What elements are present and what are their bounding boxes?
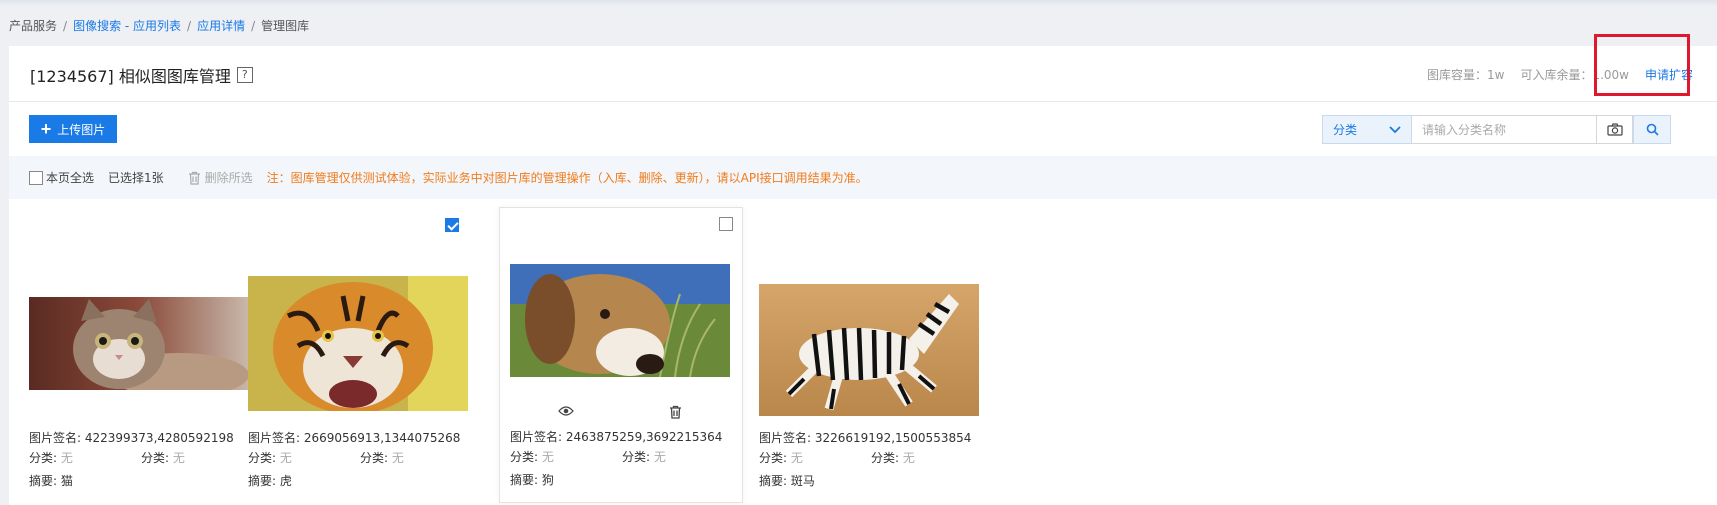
abstract-label: 摘要: xyxy=(759,474,788,488)
category-value: 无 xyxy=(790,451,803,465)
card-info: 图片签名: 2463875259,3692215364 分类: 无 分类: 无 … xyxy=(510,428,740,491)
search-input[interactable] xyxy=(1412,115,1597,144)
breadcrumb-separator: / xyxy=(63,18,68,33)
delete-selected-button[interactable]: 删除所选 xyxy=(188,169,253,186)
category-value: 无 xyxy=(902,451,915,465)
breadcrumb-item-app-detail[interactable]: 应用详情 xyxy=(197,17,245,34)
panel-header: [1234567] 相似图图库管理 ? 图库容量：1w 可入库余量：1.00w … xyxy=(9,46,1717,102)
category-label: 分类: xyxy=(759,451,788,465)
help-icon[interactable]: ? xyxy=(236,67,253,83)
tiger-image xyxy=(248,276,468,411)
category-label: 分类: xyxy=(360,451,389,465)
search-icon xyxy=(1646,123,1659,136)
image-signature: 图片签名: 422399373,4280592198 xyxy=(29,431,234,445)
breadcrumb-separator: / xyxy=(187,18,192,33)
top-shadow xyxy=(0,0,1717,6)
upload-label: 上传图片 xyxy=(57,122,106,137)
breadcrumb-item-product[interactable]: 产品服务 xyxy=(9,17,57,34)
zebra-image xyxy=(759,284,979,416)
image-card[interactable]: 图片签名: 422399373,4280592198 分类: 无 分类: 无 摘… xyxy=(9,209,249,505)
category-value: 无 xyxy=(541,450,554,464)
breadcrumb-item-current: 管理图库 xyxy=(261,19,310,33)
dog-image xyxy=(510,264,730,377)
image-signature: 图片签名: 2669056913,1344075268 xyxy=(248,431,461,445)
image-card[interactable]: 图片签名: 3226619192,1500553854 分类: 无 分类: 无 … xyxy=(739,209,979,505)
category-label: 分类: xyxy=(871,451,900,465)
breadcrumb-separator: / xyxy=(251,18,256,33)
image-card[interactable]: 图片签名: 2669056913,1344075268 分类: 无 分类: 无 … xyxy=(228,209,468,505)
abstract-label: 摘要: xyxy=(29,474,58,488)
card-info: 图片签名: 3226619192,1500553854 分类: 无 分类: 无 … xyxy=(759,429,989,492)
image-thumbnail[interactable] xyxy=(248,276,468,411)
category-value: 无 xyxy=(172,451,185,465)
upload-image-button[interactable]: + 上传图片 xyxy=(29,115,117,143)
abstract-value: 虎 xyxy=(279,474,292,488)
chevron-down-icon xyxy=(1389,125,1401,133)
select-all-checkbox[interactable]: 本页全选 xyxy=(29,169,94,186)
trash-icon[interactable] xyxy=(669,405,682,419)
camera-icon xyxy=(1606,123,1623,136)
abstract-label: 摘要: xyxy=(248,474,277,488)
abstract-label: 摘要: xyxy=(510,473,539,487)
toolbar: + 上传图片 分类 xyxy=(9,103,1717,156)
cat-image xyxy=(29,297,249,390)
search-group: 分类 xyxy=(1322,115,1671,144)
category-label: 分类: xyxy=(622,450,651,464)
image-signature: 图片签名: 2463875259,3692215364 xyxy=(510,430,723,444)
gallery-panel: [1234567] 相似图图库管理 ? 图库容量：1w 可入库余量：1.00w … xyxy=(9,46,1717,505)
category-label: 分类: xyxy=(510,450,539,464)
search-button[interactable] xyxy=(1633,115,1671,144)
breadcrumb: 产品服务 / 图像搜索 - 应用列表 / 应用详情 / 管理图库 xyxy=(9,17,309,34)
breadcrumb-item-app-list[interactable]: 图像搜索 - 应用列表 xyxy=(73,17,181,34)
category-select-value: 分类 xyxy=(1333,123,1358,137)
select-all-label: 本页全选 xyxy=(46,171,95,185)
notice-text: 注：图库管理仅供测试体验，实际业务中对图片库的管理操作（入库、删除、更新），请以… xyxy=(266,171,868,185)
checkbox[interactable] xyxy=(29,170,43,185)
category-value: 无 xyxy=(60,451,73,465)
category-label: 分类: xyxy=(141,451,170,465)
category-label: 分类: xyxy=(29,451,58,465)
category-value: 无 xyxy=(653,450,666,464)
selection-bar: 本页全选 已选择1张 删除所选 注：图库管理仅供测试体验，实际业务中对图片库的管… xyxy=(9,156,1717,199)
card-actions xyxy=(510,405,730,419)
card-info: 图片签名: 422399373,4280592198 分类: 无 分类: 无 摘… xyxy=(29,429,259,492)
category-value: 无 xyxy=(391,451,404,465)
card-checkbox[interactable] xyxy=(445,218,459,232)
page-title: [1234567] 相似图图库管理 ? xyxy=(30,63,253,87)
category-value: 无 xyxy=(279,451,292,465)
annotation-highlight-box xyxy=(1594,34,1690,96)
capacity-text: 图库容量：1w xyxy=(1426,68,1505,82)
category-select[interactable]: 分类 xyxy=(1322,115,1412,144)
abstract-value: 狗 xyxy=(541,473,554,487)
image-thumbnail[interactable] xyxy=(29,297,249,390)
image-thumbnail[interactable] xyxy=(510,264,730,377)
image-thumbnail[interactable] xyxy=(759,284,979,416)
trash-icon xyxy=(188,171,200,185)
page-title-text: [1234567] 相似图图库管理 xyxy=(30,67,231,86)
abstract-value: 斑马 xyxy=(790,474,815,488)
delete-selected-label: 删除所选 xyxy=(204,171,253,185)
abstract-value: 猫 xyxy=(60,474,73,488)
image-search-button[interactable] xyxy=(1597,115,1633,144)
plus-icon: + xyxy=(40,119,52,139)
card-checkbox[interactable] xyxy=(719,217,733,231)
image-card-hovered[interactable]: 图片签名: 2463875259,3692215364 分类: 无 分类: 无 … xyxy=(499,207,743,503)
category-label: 分类: xyxy=(248,451,277,465)
eye-icon[interactable] xyxy=(557,405,574,417)
selected-count: 已选择1张 xyxy=(108,171,164,185)
card-info: 图片签名: 2669056913,1344075268 分类: 无 分类: 无 … xyxy=(248,429,478,492)
image-signature: 图片签名: 3226619192,1500553854 xyxy=(759,431,972,445)
